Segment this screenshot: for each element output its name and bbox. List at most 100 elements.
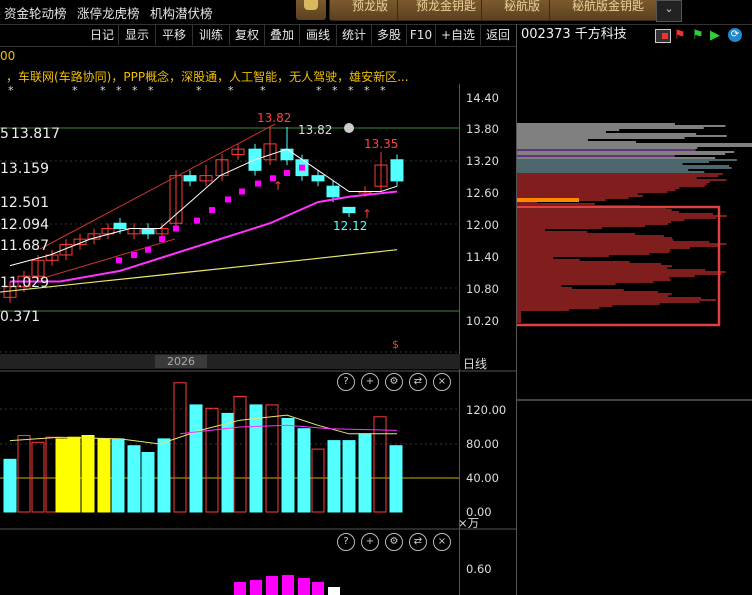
volume-bar xyxy=(111,438,125,513)
annot-high2: 13.82 xyxy=(298,123,332,137)
candle xyxy=(342,206,356,214)
chip-cost-marker xyxy=(517,198,579,202)
indicator-bar xyxy=(234,582,246,595)
more-dropdown[interactable]: ⌄ xyxy=(656,0,682,22)
menu-draw-line[interactable]: 画线 xyxy=(300,25,337,45)
year-label[interactable]: 2026 xyxy=(155,355,207,368)
volume-bar xyxy=(281,418,295,513)
app-logo-button[interactable] xyxy=(296,0,326,20)
swap-icon[interactable]: ⇄ xyxy=(409,373,427,391)
signal-dot xyxy=(194,217,200,224)
volume-bar xyxy=(311,448,325,513)
svg-text:*: * xyxy=(316,84,322,97)
price-tick: 10.20 xyxy=(466,314,499,328)
signal-dot xyxy=(116,257,122,264)
left-level: 13.817 xyxy=(11,126,60,142)
chevron-down-icon: ⌄ xyxy=(664,2,674,15)
menu-display[interactable]: 显示 xyxy=(119,25,156,45)
top-link-institution-list[interactable]: 机构潜伏榜 xyxy=(150,3,213,22)
indicator-bar xyxy=(250,580,262,595)
price-tick: 13.20 xyxy=(466,154,499,168)
volume-bar xyxy=(358,433,372,513)
timeline-scrollbar[interactable] xyxy=(0,354,460,369)
volume-bar xyxy=(81,435,95,513)
signal-dot xyxy=(145,246,151,253)
left-prefix: 5 xyxy=(0,126,9,142)
flag-green-icon[interactable]: ⚑ xyxy=(692,28,704,43)
left-level: 12.501 xyxy=(0,195,49,211)
play-icon[interactable]: ▶ xyxy=(710,28,720,43)
stock-name: 千方科技 xyxy=(574,27,627,42)
menu-pan[interactable]: 平移 xyxy=(156,25,193,45)
menu-f10[interactable]: F10 xyxy=(407,25,436,45)
menu-statistics[interactable]: 统计 xyxy=(337,25,372,45)
gear-icon[interactable]: ⚙ xyxy=(385,373,403,391)
help-icon[interactable]: ? xyxy=(337,373,355,391)
svg-text:*: * xyxy=(228,84,234,97)
price-tick: 11.40 xyxy=(466,250,499,264)
volume-bar xyxy=(265,404,279,513)
volume-bar xyxy=(205,407,219,513)
gear-icon[interactable]: ⚙ xyxy=(385,533,403,551)
ma60-line xyxy=(0,249,398,293)
svg-text:*: * xyxy=(260,84,266,97)
candle xyxy=(390,159,404,182)
left-level: 12.094 xyxy=(0,217,49,233)
signal-dot xyxy=(255,180,261,187)
concept-prefix: 00 xyxy=(0,49,16,63)
indicator-bar xyxy=(266,576,278,595)
volume-bar xyxy=(342,440,356,513)
close-icon[interactable]: × xyxy=(433,533,451,551)
svg-text:*: * xyxy=(348,84,354,97)
zoom-icon[interactable]: + xyxy=(361,373,379,391)
price-tick: 14.40 xyxy=(466,91,499,105)
chip-distribution-svg xyxy=(517,123,752,401)
volume-bar xyxy=(327,440,341,513)
volume-bar xyxy=(127,445,141,513)
flag-red-icon[interactable]: ⚑ xyxy=(674,28,686,43)
menu-training[interactable]: 训练 xyxy=(193,25,230,45)
menu-overlay[interactable]: 叠加 xyxy=(265,25,300,45)
main-chart-svg: * * * * * * * * * * * * * * 13.82 13.82 13.35 12.12 ↑… xyxy=(0,84,517,595)
svg-text:*: * xyxy=(148,84,154,97)
refresh-icon[interactable]: ⟳ xyxy=(728,28,742,42)
menu-add-watchlist[interactable]: +自选 xyxy=(436,25,481,45)
svg-text:↑: ↑ xyxy=(362,207,372,221)
top-link-limit-up-list[interactable]: 涨停龙虎榜 xyxy=(77,3,140,22)
volume-bar xyxy=(31,441,45,513)
menu-adjust[interactable]: 复权 xyxy=(230,25,265,45)
close-icon[interactable]: × xyxy=(433,373,451,391)
svg-text:*: * xyxy=(8,84,14,97)
navigator-key-button[interactable]: 秘航版金钥匙 xyxy=(549,0,667,21)
window-icon[interactable] xyxy=(655,29,671,43)
volume-bar xyxy=(233,395,247,513)
volume-bar xyxy=(141,452,155,513)
menu-diary[interactable]: 日记 xyxy=(86,25,119,45)
price-tick: 12.00 xyxy=(466,218,499,232)
indicator-bar xyxy=(282,575,294,595)
candle xyxy=(326,185,340,198)
menu-multi-stock[interactable]: 多股 xyxy=(372,25,407,45)
volume-bar xyxy=(189,404,203,513)
volume-tick: 40.00 xyxy=(466,471,499,485)
signal-dot xyxy=(131,252,137,258)
svg-text:*: * xyxy=(332,84,338,97)
top-link-fund-rotation[interactable]: 资金轮动榜 xyxy=(4,3,67,22)
stock-code: 002373 xyxy=(521,27,571,42)
menu-back[interactable]: 返回 xyxy=(481,25,515,45)
swap-icon[interactable]: ⇄ xyxy=(409,533,427,551)
candle xyxy=(183,175,197,182)
volume-bar xyxy=(67,436,81,513)
volume-bar xyxy=(55,438,69,513)
help-icon[interactable]: ? xyxy=(337,533,355,551)
period-label[interactable]: 日线 xyxy=(463,355,487,372)
annot-high: 13.82 xyxy=(257,111,291,125)
indicator-bar xyxy=(298,578,310,595)
zoom-icon[interactable]: + xyxy=(361,533,379,551)
volume-bar xyxy=(389,445,403,513)
signal-stars: * * * * * * * * * * * * * * xyxy=(8,84,386,97)
svg-text:*: * xyxy=(72,84,78,97)
volume-bar xyxy=(157,438,171,513)
volume-bar xyxy=(3,458,17,513)
left-level: 11.687 xyxy=(0,238,49,254)
